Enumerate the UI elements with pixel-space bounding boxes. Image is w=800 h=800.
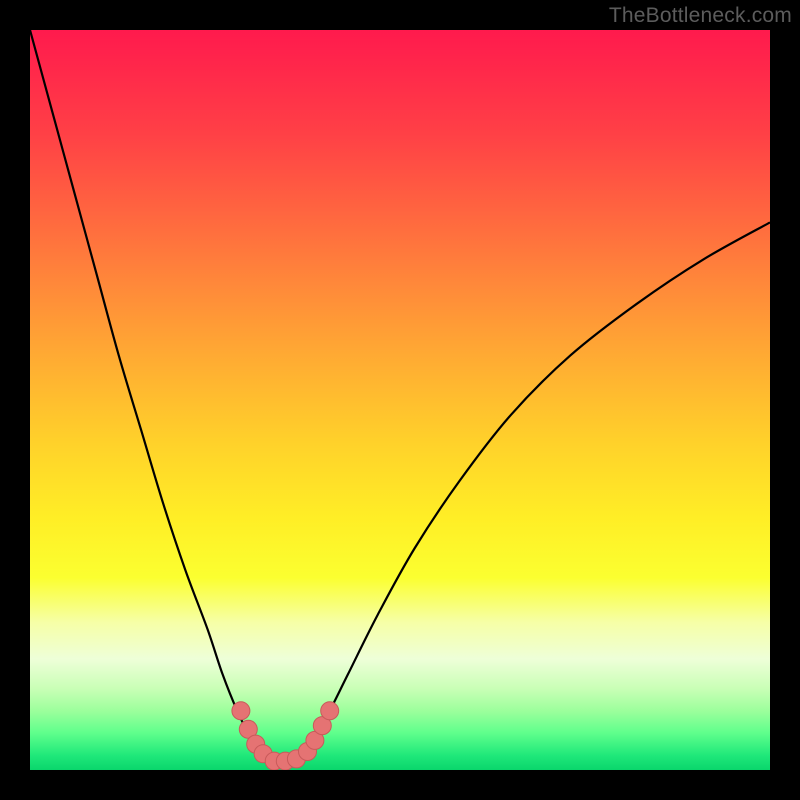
watermark-text: TheBottleneck.com (609, 4, 792, 28)
curve-marker (232, 702, 250, 720)
bottleneck-curve (30, 30, 770, 770)
curve-line (30, 30, 770, 763)
chart-frame: TheBottleneck.com (0, 0, 800, 800)
curve-markers (232, 702, 339, 770)
plot-area (30, 30, 770, 770)
curve-marker (321, 702, 339, 720)
